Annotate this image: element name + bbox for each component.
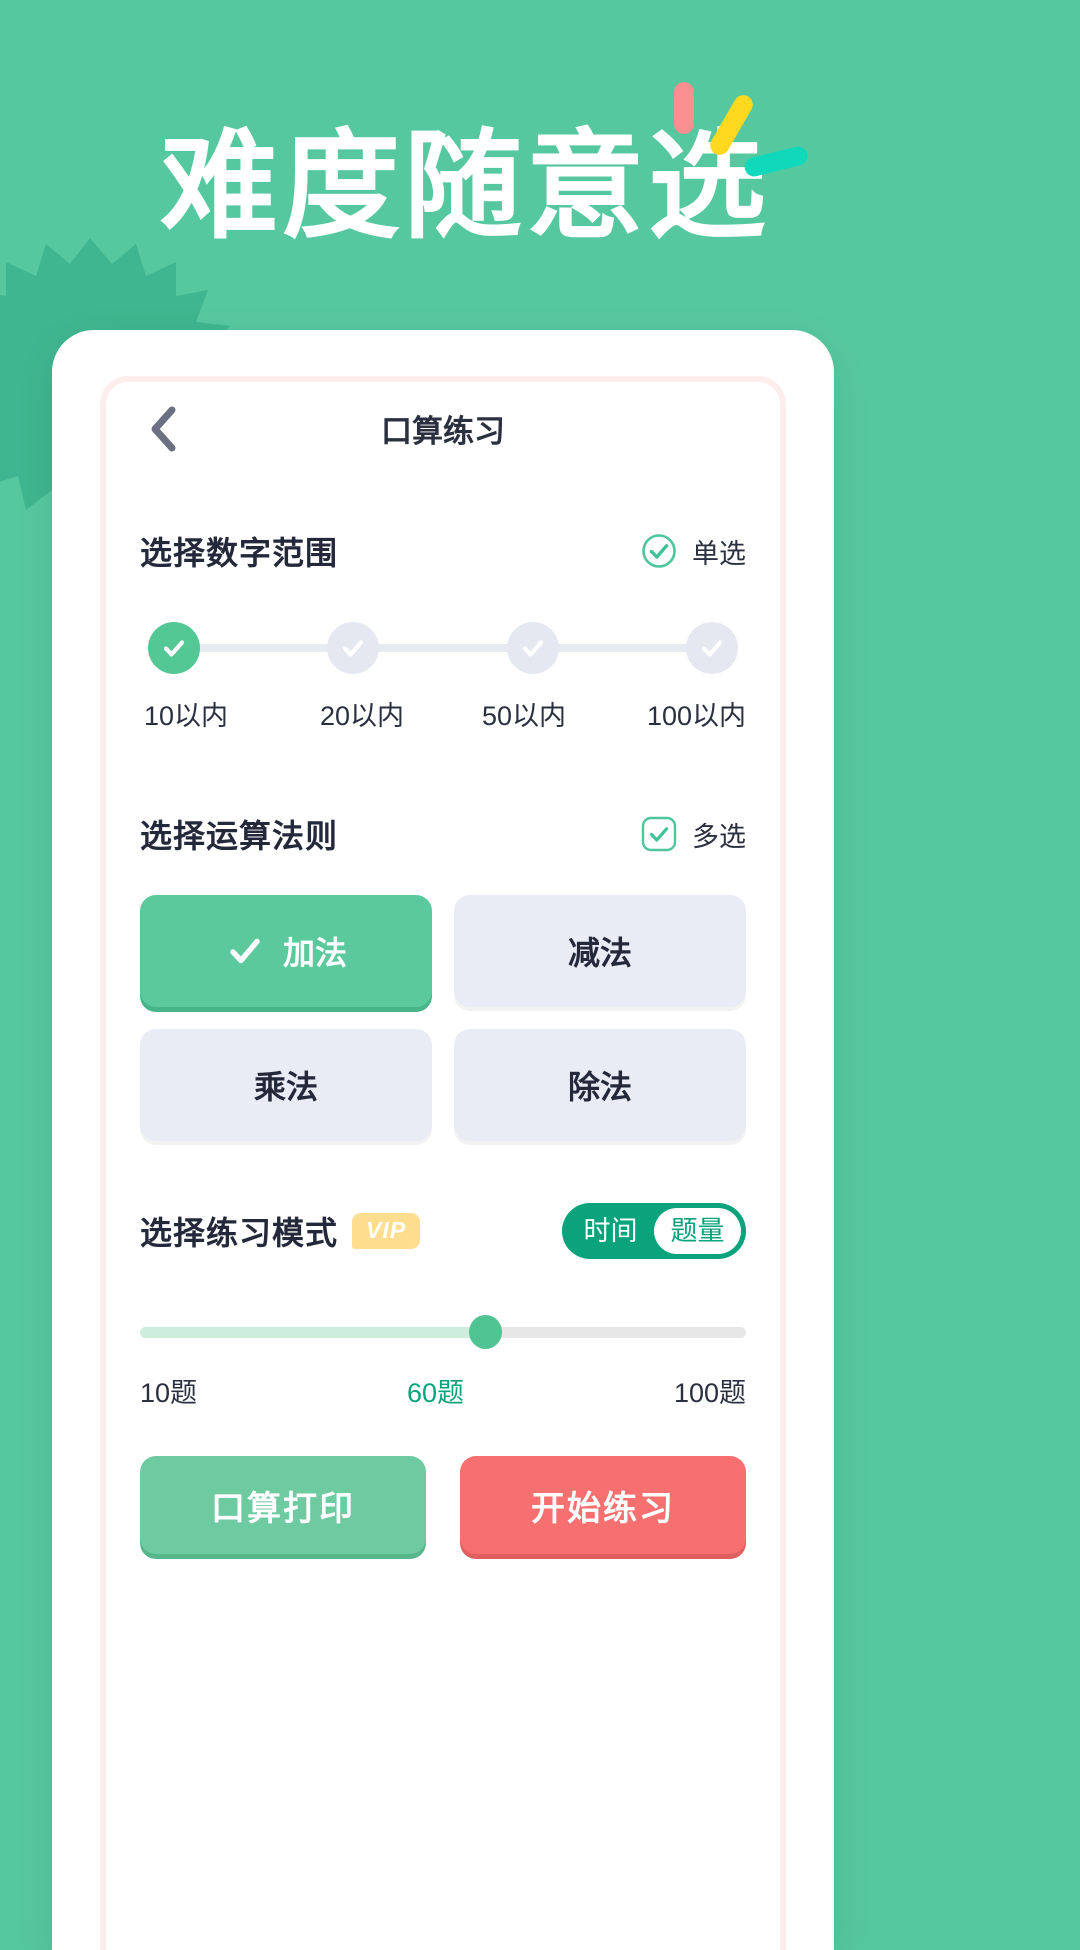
quantity-slider-labels: 10题 60题 100题 bbox=[140, 1371, 746, 1410]
hero-title: 难度随意选 bbox=[160, 121, 771, 253]
range-labels: 10以内 20以内 50以内 100以内 bbox=[140, 694, 746, 733]
range-dot-2[interactable] bbox=[506, 622, 559, 674]
check-icon bbox=[343, 640, 364, 657]
range-dot-1[interactable] bbox=[327, 622, 380, 674]
range-section-header: 选择数字范围 单选 bbox=[140, 528, 746, 574]
operation-button-subtract[interactable]: 减法 bbox=[454, 895, 746, 1007]
hero-banner: 难度随意选 bbox=[0, 0, 1080, 330]
bottom-button-row: 口算打印 开始练习 bbox=[140, 1456, 746, 1554]
quantity-slider-fill bbox=[140, 1327, 486, 1338]
vip-badge: VIP bbox=[352, 1213, 421, 1249]
operation-section-title: 选择运算法则 bbox=[140, 818, 339, 854]
range-section-title: 选择数字范围 bbox=[140, 535, 339, 571]
phone-screen-border: 口算练习 选择数字范围 单选 10以内 20以内 50以内 100以内 选择运算… bbox=[100, 376, 786, 1950]
range-label-2: 50以内 bbox=[481, 701, 567, 731]
range-mode-label: 单选 bbox=[692, 538, 746, 569]
app-screen: 口算练习 选择数字范围 单选 10以内 20以内 50以内 100以内 选择运算… bbox=[106, 382, 780, 1950]
check-icon bbox=[230, 938, 260, 964]
range-mode-tag: 单选 bbox=[641, 532, 746, 571]
quantity-max-label: 100题 bbox=[673, 1378, 746, 1408]
operation-mode-label: 多选 bbox=[692, 821, 746, 852]
operation-button-multiply[interactable]: 乘法 bbox=[140, 1029, 432, 1141]
range-label-3: 100以内 bbox=[646, 701, 746, 731]
navigation-bar: 口算练习 bbox=[106, 382, 780, 474]
confetti-pink-icon bbox=[674, 82, 694, 134]
toggle-option-time[interactable]: 时间 bbox=[567, 1208, 654, 1254]
quantity-slider-thumb[interactable] bbox=[469, 1315, 503, 1349]
operation-grid: 加法 减法 乘法 除法 bbox=[140, 895, 746, 1141]
screen-content: 选择数字范围 单选 10以内 20以内 50以内 100以内 选择运算法则 多选… bbox=[106, 528, 780, 1554]
toggle-option-quantity[interactable]: 题量 bbox=[654, 1208, 741, 1254]
quantity-min-label: 10题 bbox=[140, 1378, 198, 1408]
practice-mode-toggle[interactable]: 时间 题量 bbox=[562, 1203, 746, 1259]
square-check-icon bbox=[641, 816, 677, 852]
range-label-0: 10以内 bbox=[144, 701, 229, 731]
circle-check-icon bbox=[642, 534, 676, 568]
operation-label-divide: 除法 bbox=[567, 1069, 632, 1105]
range-dot-0[interactable] bbox=[148, 622, 200, 674]
range-dot-list bbox=[148, 620, 738, 676]
practice-section-header: 选择练习模式 VIP 时间 题量 bbox=[140, 1203, 746, 1259]
phone-frame: 口算练习 选择数字范围 单选 10以内 20以内 50以内 100以内 选择运算… bbox=[52, 330, 834, 1950]
check-icon bbox=[701, 640, 723, 657]
range-stepper[interactable] bbox=[140, 620, 746, 676]
quantity-current-label: 60题 bbox=[406, 1378, 465, 1408]
operation-mode-tag: 多选 bbox=[641, 815, 746, 854]
range-dot-3[interactable] bbox=[685, 622, 738, 674]
practice-section-title-text: 选择练习模式 bbox=[140, 1215, 339, 1251]
start-practice-button[interactable]: 开始练习 bbox=[460, 1456, 746, 1554]
quantity-slider[interactable] bbox=[140, 1315, 746, 1349]
print-button[interactable]: 口算打印 bbox=[140, 1456, 426, 1554]
operation-section-header: 选择运算法则 多选 bbox=[140, 811, 746, 857]
operation-button-divide[interactable]: 除法 bbox=[454, 1029, 746, 1141]
operation-label-add: 加法 bbox=[282, 935, 347, 971]
page-title: 口算练习 bbox=[381, 414, 505, 449]
practice-section-title: 选择练习模式 VIP bbox=[140, 1208, 421, 1254]
range-label-1: 20以内 bbox=[319, 701, 405, 731]
operation-label-subtract: 减法 bbox=[567, 935, 632, 971]
check-icon bbox=[522, 640, 543, 657]
operation-label-multiply: 乘法 bbox=[253, 1069, 318, 1105]
operation-button-add[interactable]: 加法 bbox=[140, 895, 432, 1007]
check-icon bbox=[163, 640, 185, 657]
